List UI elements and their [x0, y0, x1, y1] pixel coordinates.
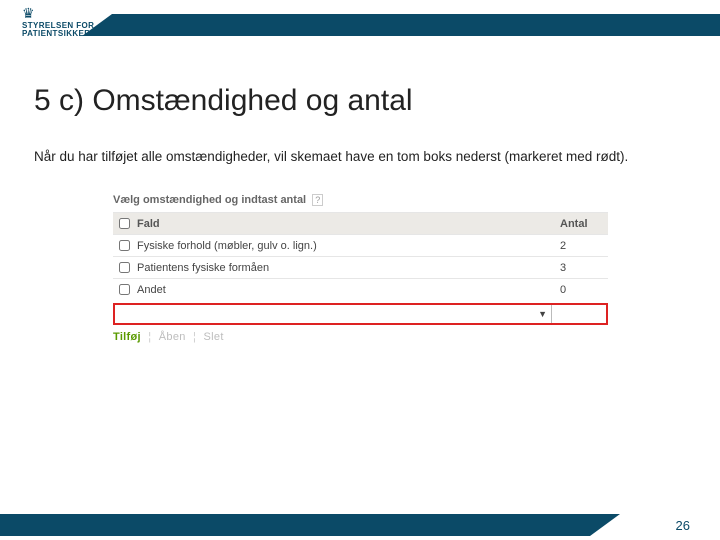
slide-header: ♛ STYRELSEN FOR PATIENTSIKKERHED	[0, 0, 720, 48]
row-label: Patientens fysiske formåen	[135, 262, 554, 274]
table-row: Andet 0	[113, 278, 608, 300]
table-header-row: Fald Antal	[113, 212, 608, 234]
action-separator: ¦	[148, 331, 151, 343]
form-heading: Vælg omstændighed og indtast antal ?	[113, 194, 608, 206]
header-count: Antal	[554, 218, 608, 230]
header-checkbox[interactable]	[119, 218, 130, 229]
row-label: Andet	[135, 284, 554, 296]
row-count: 3	[554, 262, 608, 274]
form-heading-text: Vælg omstændighed og indtast antal	[113, 194, 306, 206]
empty-highlighted-row[interactable]: ▼	[113, 303, 608, 325]
form-actions: Tilføj ¦ Åben ¦ Slet	[113, 331, 608, 343]
page-number: 26	[676, 518, 690, 533]
header-accent-bar	[112, 14, 720, 36]
row-count: 0	[554, 284, 608, 296]
delete-button[interactable]: Slet	[204, 331, 224, 343]
row-checkbox[interactable]	[119, 284, 130, 295]
row-checkbox[interactable]	[119, 262, 130, 273]
action-separator: ¦	[193, 331, 196, 343]
header-checkbox-cell	[113, 218, 135, 229]
table-row: Fysiske forhold (møbler, gulv o. lign.) …	[113, 234, 608, 256]
slide-footer: 26	[0, 510, 720, 540]
add-button[interactable]: Tilføj	[113, 331, 141, 343]
table-row: Patientens fysiske formåen 3	[113, 256, 608, 278]
slide-description: Når du har tilføjet alle omstændigheder,…	[34, 148, 656, 166]
form-screenshot: Vælg omstændighed og indtast antal ? Fal…	[113, 194, 608, 343]
row-count: 2	[554, 240, 608, 252]
open-button[interactable]: Åben	[159, 331, 186, 343]
footer-accent-bar	[0, 514, 590, 536]
row-checkbox[interactable]	[119, 240, 130, 251]
help-icon[interactable]: ?	[312, 194, 323, 206]
row-label: Fysiske forhold (møbler, gulv o. lign.)	[135, 240, 554, 252]
slide-title: 5 c) Omstændighed og antal	[34, 84, 720, 118]
dropdown-caret-icon[interactable]: ▼	[538, 309, 547, 319]
header-label: Fald	[135, 218, 554, 230]
